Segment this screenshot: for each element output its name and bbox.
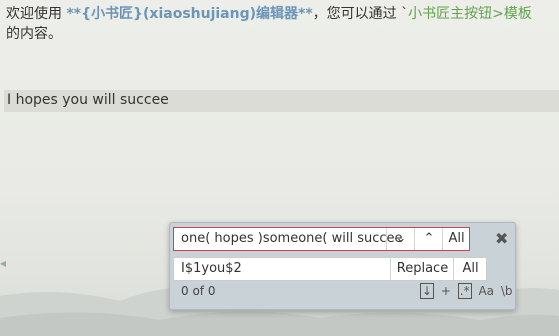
search-options: ↓ + .* Aa \b <box>420 283 516 299</box>
find-all-button[interactable]: All <box>442 228 469 250</box>
instruction-text: ，您可以通过 ` <box>312 6 409 22</box>
replace-button[interactable]: Replace <box>390 258 454 280</box>
close-icon[interactable]: ✖ <box>495 229 508 248</box>
search-input[interactable]: one( hopes )someone( will succee ⌄ ⌃ All <box>173 227 470 251</box>
replace-input-value: I$1you$2 <box>181 261 242 276</box>
editor-line-welcome: 欢迎使用 **{小书匠}(xiaoshujiang)编辑器**，您可以通过 `小… <box>6 4 532 24</box>
current-line[interactable]: I hopes you will succee <box>4 90 559 112</box>
left-arrow-icon: ◂ <box>0 256 7 270</box>
editor-line-content: 的内容。 <box>6 26 62 42</box>
chevron-down-icon[interactable]: ⌄ <box>386 228 415 250</box>
welcome-text: 欢迎使用 <box>6 6 67 22</box>
replace-input[interactable]: I$1you$2 Replace All <box>173 257 487 281</box>
plus-option[interactable]: + <box>441 284 451 298</box>
regex-toggle[interactable]: .* <box>457 283 472 299</box>
case-sensitive-toggle[interactable]: Aa <box>478 284 494 298</box>
replace-all-button[interactable]: All <box>453 258 486 280</box>
in-selection-toggle[interactable]: ↓ <box>420 283 435 299</box>
whole-word-toggle[interactable]: \b <box>501 284 513 298</box>
brand-bold-text: **{小书匠}(xiaoshujiang)编辑器** <box>66 6 313 22</box>
chevron-up-icon[interactable]: ⌃ <box>414 228 443 250</box>
match-count: 0 of 0 <box>181 284 216 298</box>
current-line-text: I hopes you will succee <box>7 92 169 108</box>
search-input-value: one( hopes )someone( will succee <box>181 231 403 246</box>
inline-code-text: 小书匠主按钮>模板 <box>408 6 532 22</box>
find-replace-panel: one( hopes )someone( will succee ⌄ ⌃ All… <box>169 222 516 310</box>
